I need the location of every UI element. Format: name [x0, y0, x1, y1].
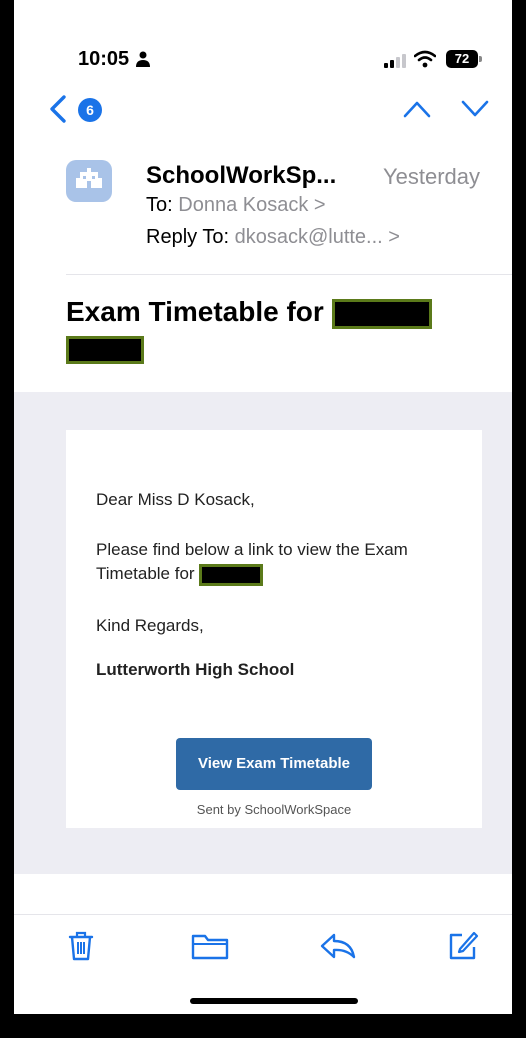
compose-icon[interactable]: [446, 929, 480, 963]
header-divider: [66, 274, 512, 275]
subject-text: Exam Timetable for: [66, 296, 324, 327]
view-exam-timetable-button[interactable]: View Exam Timetable: [176, 738, 372, 790]
email-date: Yesterday: [382, 164, 480, 189]
reply-to-address[interactable]: dkosack@lutte... >: [235, 226, 400, 248]
unread-count-badge[interactable]: 6: [78, 98, 102, 122]
reply-to-line[interactable]: Reply To: dkosack@lutte... >: [146, 226, 400, 249]
reply-icon[interactable]: [318, 929, 358, 963]
to-line[interactable]: To: Donna Kosack >: [146, 194, 326, 217]
redaction-box: [66, 335, 144, 364]
battery-icon: 72: [446, 50, 484, 68]
redaction-box: [199, 563, 264, 586]
message-text: Please find below a link to view the Exa…: [96, 538, 456, 586]
mail-toolbar: [14, 914, 512, 985]
email-subject: Exam Timetable for: [66, 294, 506, 366]
battery-level: 72: [446, 50, 478, 68]
greeting: Dear Miss D Kosack,: [96, 490, 255, 509]
wifi-icon: [414, 50, 436, 68]
folder-icon[interactable]: [190, 929, 230, 963]
next-message-icon[interactable]: [460, 98, 490, 120]
to-label: To:: [146, 194, 173, 216]
person-icon: [136, 51, 150, 67]
mail-nav-bar: 6: [14, 88, 512, 132]
cellular-signal-icon: [384, 54, 406, 68]
school-building-icon: [76, 168, 102, 188]
sent-by-footer: Sent by SchoolWorkSpace: [196, 802, 352, 817]
school-name: Lutterworth High School: [96, 660, 295, 679]
trash-icon[interactable]: [64, 929, 98, 963]
home-indicator[interactable]: [190, 998, 358, 1004]
clock: 10:05: [78, 48, 130, 70]
reply-to-label: Reply To:: [146, 226, 230, 248]
to-recipient[interactable]: Donna Kosack >: [178, 194, 325, 216]
phone-screen: 10:05 72 6 SchoolWorkSp... Yesterday To:…: [14, 0, 512, 1014]
previous-message-icon[interactable]: [402, 98, 432, 120]
sender-avatar: [66, 160, 112, 202]
status-bar: 10:05 72: [14, 40, 512, 80]
sign-off: Kind Regards,: [96, 616, 204, 635]
back-chevron-icon[interactable]: [48, 94, 68, 124]
redaction-box: [331, 298, 432, 329]
message-card: Dear Miss D Kosack, Please find below a …: [66, 430, 482, 828]
sender-name[interactable]: SchoolWorkSp...: [146, 162, 336, 190]
